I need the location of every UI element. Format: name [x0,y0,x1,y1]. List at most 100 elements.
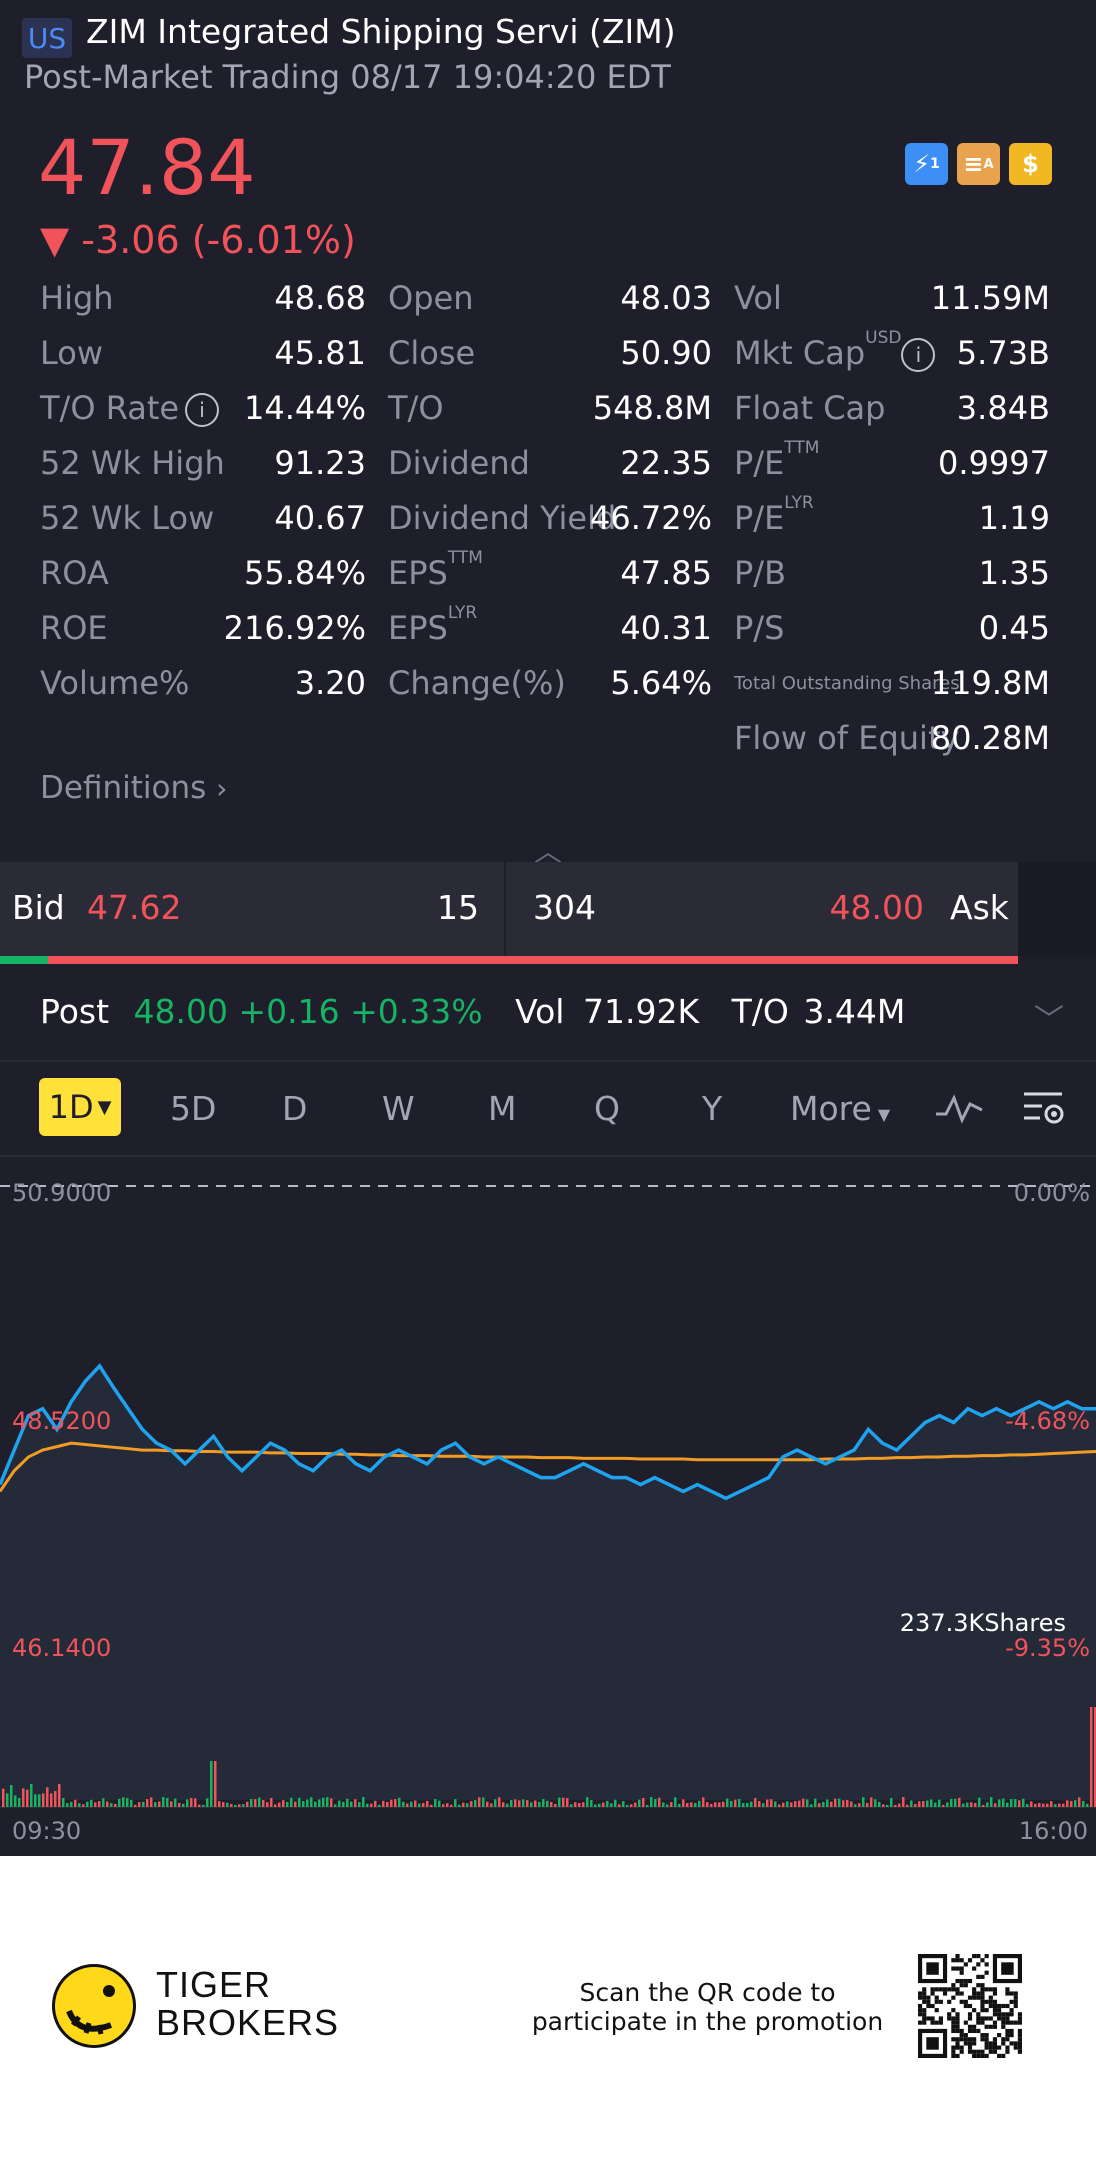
qr-module [955,2012,960,2017]
qr-module [984,2016,989,2021]
qr-module [980,1987,985,1992]
stat-label-to-rate[interactable]: T/O Rate i [40,389,220,427]
tab-more[interactable]: More ▼ [790,1089,890,1128]
definitions-link[interactable]: Definitions › [40,770,227,806]
volume-bar [150,1797,153,1807]
qr-module [922,1991,927,1996]
qr-module [1013,1991,1018,1996]
volume-bar [946,1802,949,1807]
qr-module [1013,2020,1018,2025]
dollar-icon[interactable]: $ [1009,143,1052,185]
volume-bar [870,1797,873,1807]
tab-q[interactable]: Q [594,1089,620,1128]
qr-module [959,2028,964,2034]
volume-bar [602,1802,605,1807]
qr-module [1005,2045,1010,2050]
volume-bar [18,1798,21,1807]
volume-bar [86,1801,89,1807]
qr-module [984,2008,989,2013]
volume-bar [914,1804,917,1807]
tab-y[interactable]: Y [702,1089,722,1128]
volume-bar [566,1798,569,1807]
stat-value-change-pct: 5.64% [610,664,712,702]
volume-bar [1006,1802,1009,1807]
intraday-chart[interactable] [0,1160,1096,1850]
volume-bar [414,1800,417,1807]
volume-bar [358,1802,361,1807]
tab-m[interactable]: M [488,1089,516,1128]
qr-module [938,2020,943,2025]
volume-bar [518,1800,521,1807]
tab-1d[interactable]: 1D ▼ [39,1078,121,1136]
volume-bar [490,1803,493,1807]
qr-module [984,2033,989,2038]
info-icon[interactable]: i [185,393,220,427]
volume-bar [590,1800,593,1807]
chart-settings-icon[interactable] [1022,1088,1066,1132]
ask-size: 304 [533,888,596,927]
volume-bar [218,1801,221,1807]
volume-bar [42,1793,45,1807]
volume-bar [194,1798,197,1807]
volume-bar [458,1804,461,1807]
qr-module [980,2033,985,2038]
qr-module [980,1974,985,1979]
info-icon[interactable]: i [901,338,936,372]
stat-label-ps: P/S [734,609,785,647]
qr-module [951,2049,956,2054]
volume-bar [70,1801,73,1807]
volume-bar [422,1802,425,1807]
volume-bar [346,1798,349,1807]
qr-code[interactable] [918,1954,1022,2058]
qr-module [988,2024,993,2029]
qr-module [934,1987,939,1992]
volume-bar [426,1800,429,1807]
volume-bar [62,1797,65,1807]
volume-bar [542,1799,545,1807]
volume-bar [1074,1800,1077,1807]
volume-bar [926,1800,929,1807]
volume-bar [286,1801,289,1807]
stat-label-to: T/O [388,389,444,427]
volume-bar [362,1797,365,1807]
qr-module [976,1974,981,1979]
volume-bar [814,1798,817,1807]
qr-module [1009,2041,1014,2046]
post-label: Post [40,992,110,1031]
qr-module [980,2049,985,2054]
volume-bar [34,1794,37,1807]
volume-bar [322,1797,325,1807]
qr-module [963,1962,968,1967]
qr-module [930,2003,935,2009]
qr-module [967,2037,973,2042]
tab-d[interactable]: D [282,1089,307,1128]
volume-bar [702,1797,705,1807]
volume-bar [658,1797,661,1807]
qr-module [980,2016,985,2021]
qr-module [951,2008,956,2013]
level1-quote-icon[interactable]: ⚡ 1 [905,143,948,185]
volume-bar [278,1802,281,1807]
indicator-icon[interactable] [934,1090,984,1130]
qr-module [951,2037,956,2042]
tab-w[interactable]: W [382,1089,415,1128]
qr-module [955,2024,960,2029]
qr-module [976,2053,981,2058]
volume-bar [102,1798,105,1807]
stack-a-icon[interactable]: ≡ A [957,143,1000,185]
qr-module [972,1987,977,1992]
volume-bar [466,1803,469,1807]
tab-5d[interactable]: 5D [170,1089,216,1128]
qr-module [1005,2003,1010,2009]
volume-bar [410,1801,413,1807]
qr-module [980,1991,985,1996]
qr-module [963,2020,968,2025]
stat-label-mkt-cap[interactable]: Mkt CapUSDi [734,328,936,372]
volume-bar [122,1797,125,1807]
volume-bar [226,1802,229,1807]
volume-bar [526,1800,529,1807]
volume-bar [142,1801,145,1807]
qr-module [1009,2028,1014,2034]
high-pct-label: -4.68% [1005,1407,1090,1435]
expand-chevron-down-icon[interactable]: ﹀ [1034,995,1064,1039]
